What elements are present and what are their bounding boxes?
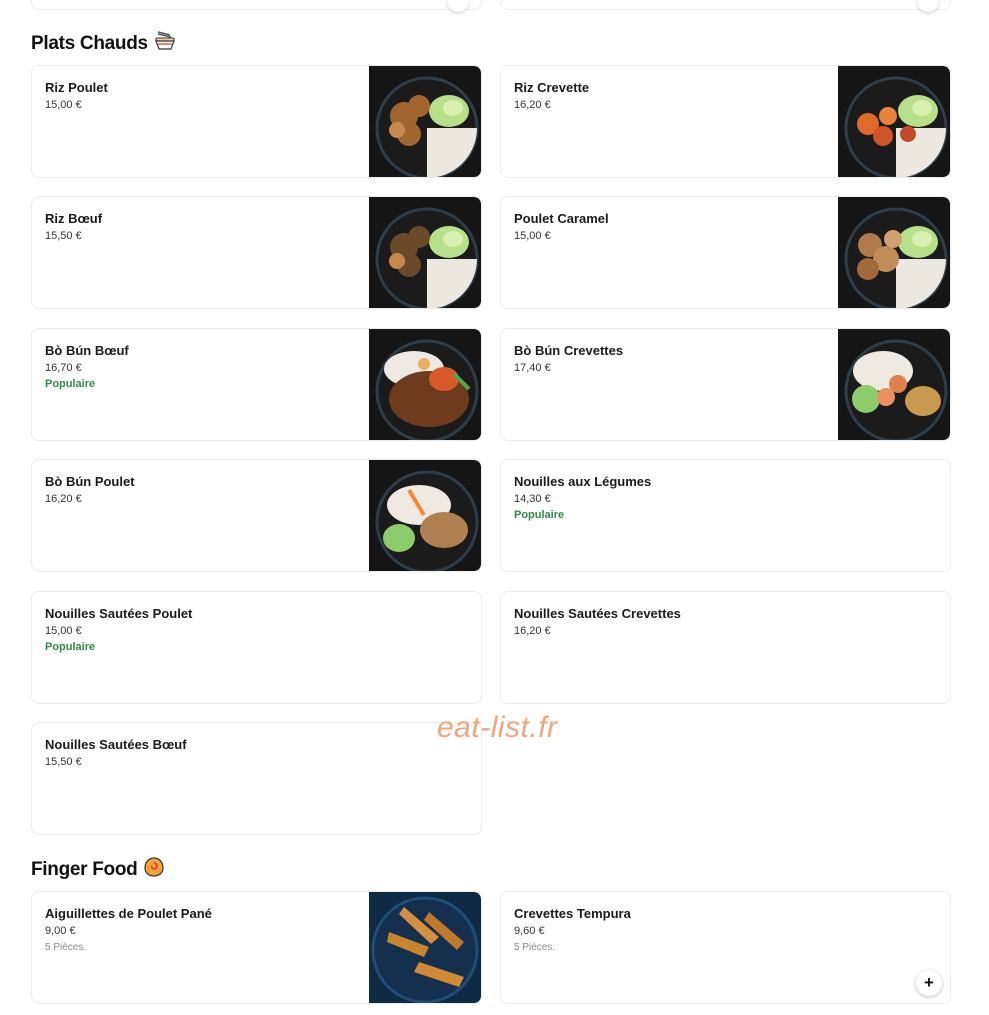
menu-item-name: Nouilles Sautées Bœuf	[45, 737, 187, 752]
menu-item-photo	[838, 329, 950, 440]
section-title-finger-food: Finger Food	[31, 856, 165, 884]
menu-item-card[interactable]: Riz Crevette 16,20 €	[500, 65, 951, 178]
menu-item-card[interactable]: Nouilles Sautées Bœuf 15,50 €	[31, 722, 482, 835]
menu-item-price: 16,20 €	[514, 625, 551, 637]
menu-item-price: 16,20 €	[514, 99, 551, 111]
noodle-bowl-icon	[154, 30, 176, 58]
menu-item-photo	[369, 892, 481, 1003]
menu-item-price: 15,00 €	[514, 230, 551, 242]
menu-item-photo	[369, 66, 481, 177]
add-button-partial[interactable]	[447, 0, 469, 12]
menu-item-price: 17,40 €	[514, 362, 551, 374]
previous-card-right[interactable]	[500, 0, 951, 10]
menu-item-price: 16,70 €	[45, 362, 82, 374]
menu-item-card[interactable]: Nouilles aux Légumes 14,30 € Populaire	[500, 459, 951, 572]
menu-item-card[interactable]: Crevettes Tempura 9,60 € 5 Pièces. +	[500, 891, 951, 1004]
menu-item-price: 14,30 €	[514, 493, 551, 505]
menu-item-name: Aiguillettes de Poulet Pané	[45, 906, 212, 921]
menu-item-description: 5 Pièces.	[45, 942, 87, 953]
menu-item-description: 5 Pièces.	[514, 942, 556, 953]
menu-item-name: Crevettes Tempura	[514, 906, 631, 921]
menu-item-price: 15,00 €	[45, 99, 82, 111]
menu-item-card[interactable]: Riz Poulet 15,00 €	[31, 65, 482, 178]
menu-item-name: Poulet Caramel	[514, 211, 609, 226]
menu-item-card[interactable]: Nouilles Sautées Poulet 15,00 € Populaire	[31, 591, 482, 704]
menu-item-name: Riz Crevette	[514, 80, 590, 95]
menu-item-photo	[369, 197, 481, 308]
popular-badge: Populaire	[514, 509, 565, 521]
menu-item-card[interactable]: Bò Bún Crevettes 17,40 €	[500, 328, 951, 441]
menu-item-card[interactable]: Bò Bún Bœuf 16,70 € Populaire	[31, 328, 482, 441]
menu-item-price: 9,00 €	[45, 925, 76, 937]
menu-item-photo	[838, 197, 950, 308]
menu-item-price: 15,50 €	[45, 230, 82, 242]
menu-item-name: Nouilles Sautées Crevettes	[514, 606, 681, 621]
popular-badge: Populaire	[45, 378, 96, 390]
menu-item-name: Riz Bœuf	[45, 211, 103, 226]
menu-item-price: 9,60 €	[514, 925, 545, 937]
previous-card-left[interactable]	[31, 0, 482, 10]
menu-item-name: Nouilles aux Légumes	[514, 474, 652, 489]
menu-item-price: 15,00 €	[45, 625, 82, 637]
menu-item-name: Bò Bún Crevettes	[514, 343, 624, 358]
watermark: eat-list.fr	[437, 711, 558, 744]
fish-cake-icon	[143, 856, 165, 884]
menu-item-photo	[369, 329, 481, 440]
menu-item-card[interactable]: Poulet Caramel 15,00 €	[500, 196, 951, 309]
menu-item-card[interactable]: Riz Bœuf 15,50 €	[31, 196, 482, 309]
menu-item-name: Riz Poulet	[45, 80, 108, 95]
section-title-plats-chauds: Plats Chauds	[31, 30, 176, 58]
menu-item-name: Bò Bún Bœuf	[45, 343, 129, 358]
menu-item-price: 15,50 €	[45, 756, 82, 768]
menu-item-card[interactable]: Nouilles Sautées Crevettes 16,20 €	[500, 591, 951, 704]
menu-item-name: Nouilles Sautées Poulet	[45, 606, 193, 621]
menu-item-photo	[369, 460, 481, 571]
menu-item-card[interactable]: Aiguillettes de Poulet Pané 9,00 € 5 Pièc…	[31, 891, 482, 1004]
add-item-button[interactable]: +	[916, 970, 942, 996]
add-button-partial[interactable]	[917, 0, 939, 12]
menu-item-card[interactable]: Bò Bún Poulet 16,20 €	[31, 459, 482, 572]
menu-item-price: 16,20 €	[45, 493, 82, 505]
menu-item-name: Bò Bún Poulet	[45, 474, 135, 489]
menu-item-photo	[838, 66, 950, 177]
popular-badge: Populaire	[45, 641, 96, 653]
